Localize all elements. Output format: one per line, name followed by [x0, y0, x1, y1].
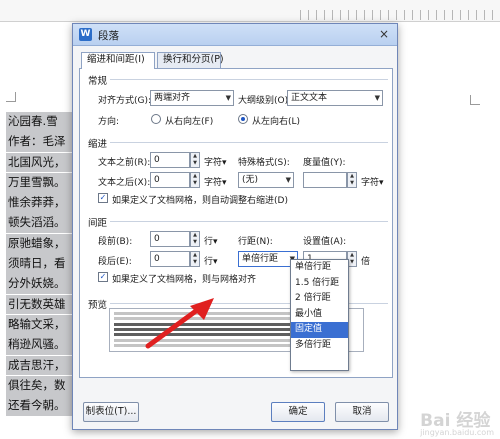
indent-after-label: 文本之后(X): — [98, 178, 151, 188]
chevron-down-icon: ▼ — [374, 94, 380, 102]
top-ruler — [0, 0, 500, 22]
indent-before-spinner[interactable]: ▲ ▼ — [190, 152, 200, 168]
spacing-grid-label: 如果定义了文档网格，则与网格对齐 — [112, 275, 257, 285]
page-corner-mark — [6, 92, 16, 102]
section-divider — [110, 221, 388, 222]
line-spacing-dropdown: 单倍行距 1.5 倍行距 2 倍行距 最小值 固定值 多倍行距 — [290, 259, 349, 371]
watermark-sub: jingyan.baidu.com — [420, 428, 494, 437]
space-before-unit[interactable]: 行▾ — [204, 234, 218, 247]
paragraph-dialog: W 段落 × 缩进和间距(I) 换行和分页(P) 常规 对齐方式(G): 两端对… — [72, 23, 398, 430]
indent-grid-checkbox[interactable]: ✓ — [98, 193, 108, 203]
outline-level-value: 正文文本 — [291, 93, 328, 103]
alignment-select[interactable]: 两端对齐 ▼ — [150, 90, 234, 106]
wps-app-icon: W — [79, 28, 92, 41]
spin-down-icon[interactable]: ▼ — [348, 180, 356, 187]
general-section-title: 常规 — [88, 76, 108, 87]
ltr-label: 从左向右(L) — [252, 117, 301, 127]
special-format-label: 特殊格式(S): — [238, 158, 290, 168]
spin-up-icon[interactable]: ▲ — [348, 252, 356, 259]
spin-up-icon[interactable]: ▲ — [191, 252, 199, 259]
spin-down-icon[interactable]: ▼ — [348, 259, 356, 266]
line-spacing-value: 单倍行距 — [242, 254, 279, 264]
cancel-button[interactable]: 取消 — [335, 402, 389, 422]
baidu-watermark: Bai 经验 jingyan.baidu.com — [420, 406, 494, 437]
alignment-label: 对齐方式(G): — [98, 96, 152, 106]
spin-down-icon[interactable]: ▼ — [191, 239, 199, 246]
space-after-unit[interactable]: 行▾ — [204, 254, 218, 267]
spacing-at-label: 设置值(A): — [303, 237, 347, 247]
tab-indent-spacing[interactable]: 缩进和间距(I) — [81, 52, 155, 69]
measure-unit[interactable]: 字符▾ — [361, 175, 384, 188]
space-before-label: 段前(B): — [98, 237, 133, 247]
space-before-input[interactable]: 0 — [150, 231, 190, 247]
indent-section-title: 缩进 — [88, 139, 108, 150]
ruler-ticks — [300, 10, 500, 20]
close-icon: × — [378, 27, 390, 41]
spin-down-icon[interactable]: ▼ — [191, 160, 199, 167]
direction-label: 方向: — [98, 117, 120, 127]
space-after-spinner[interactable]: ▲ ▼ — [190, 251, 200, 267]
ltr-radio[interactable] — [238, 114, 248, 124]
indent-grid-label: 如果定义了文档网格，则自动调整右缩进(D) — [112, 196, 288, 206]
spin-up-icon[interactable]: ▲ — [191, 153, 199, 160]
line-spacing-option[interactable]: 单倍行距 — [291, 260, 348, 276]
preview-section-title: 预览 — [88, 300, 108, 311]
indent-before-input[interactable]: 0 — [150, 152, 190, 168]
indent-before-label: 文本之前(R): — [98, 158, 151, 168]
tab-line-page-breaks[interactable]: 换行和分页(P) — [157, 52, 224, 68]
close-button[interactable]: × — [376, 27, 392, 42]
section-divider — [110, 142, 388, 143]
space-after-input[interactable]: 0 — [150, 251, 190, 267]
red-arrow-annotation — [145, 298, 214, 349]
indent-after-unit[interactable]: 字符▾ — [204, 175, 227, 188]
line-spacing-option[interactable]: 2 倍行距 — [291, 291, 348, 307]
indent-after-input[interactable]: 0 — [150, 172, 190, 188]
rtl-radio[interactable] — [151, 114, 161, 124]
spacing-section-title: 间距 — [88, 218, 108, 229]
page-corner-mark — [470, 95, 480, 105]
space-after-label: 段后(E): — [98, 257, 132, 267]
indent-before-unit[interactable]: 字符▾ — [204, 155, 227, 168]
line-spacing-label: 行距(N): — [238, 237, 273, 247]
tabs-button[interactable]: 制表位(T)... — [83, 402, 139, 422]
outline-level-select[interactable]: 正文文本 ▼ — [287, 90, 383, 106]
space-before-spinner[interactable]: ▲ ▼ — [190, 231, 200, 247]
spin-up-icon[interactable]: ▲ — [191, 173, 199, 180]
section-divider — [110, 79, 388, 80]
chevron-down-icon: ▼ — [225, 94, 231, 102]
measure-input[interactable] — [303, 172, 347, 188]
rtl-label: 从右向左(F) — [165, 117, 214, 127]
line-spacing-select[interactable]: 单倍行距 ▼ — [238, 251, 298, 267]
spin-down-icon[interactable]: ▼ — [191, 180, 199, 187]
line-spacing-option[interactable]: 1.5 倍行距 — [291, 276, 348, 292]
line-spacing-option-selected[interactable]: 固定值 — [291, 322, 348, 338]
chevron-down-icon: ▼ — [285, 176, 291, 184]
special-format-select[interactable]: (无) ▼ — [238, 172, 294, 188]
spin-up-icon[interactable]: ▲ — [191, 232, 199, 239]
alignment-value: 两端对齐 — [154, 93, 191, 103]
ok-button[interactable]: 确定 — [271, 402, 325, 422]
dialog-title: 段落 — [98, 30, 119, 42]
measure-label: 度量值(Y): — [303, 158, 346, 168]
spin-up-icon[interactable]: ▲ — [348, 173, 356, 180]
dialog-titlebar[interactable]: W 段落 × — [73, 24, 397, 46]
measure-spinner[interactable]: ▲ ▼ — [347, 172, 357, 188]
spin-down-icon[interactable]: ▼ — [191, 259, 199, 266]
spacing-grid-checkbox[interactable]: ✓ — [98, 272, 108, 282]
indent-after-spinner[interactable]: ▲ ▼ — [190, 172, 200, 188]
special-format-value: (无) — [242, 175, 259, 185]
line-spacing-option[interactable]: 最小值 — [291, 307, 348, 323]
outline-level-label: 大纲级别(O): — [238, 96, 292, 106]
line-spacing-option[interactable]: 多倍行距 — [291, 338, 348, 354]
spacing-at-unit: 倍 — [361, 257, 371, 267]
